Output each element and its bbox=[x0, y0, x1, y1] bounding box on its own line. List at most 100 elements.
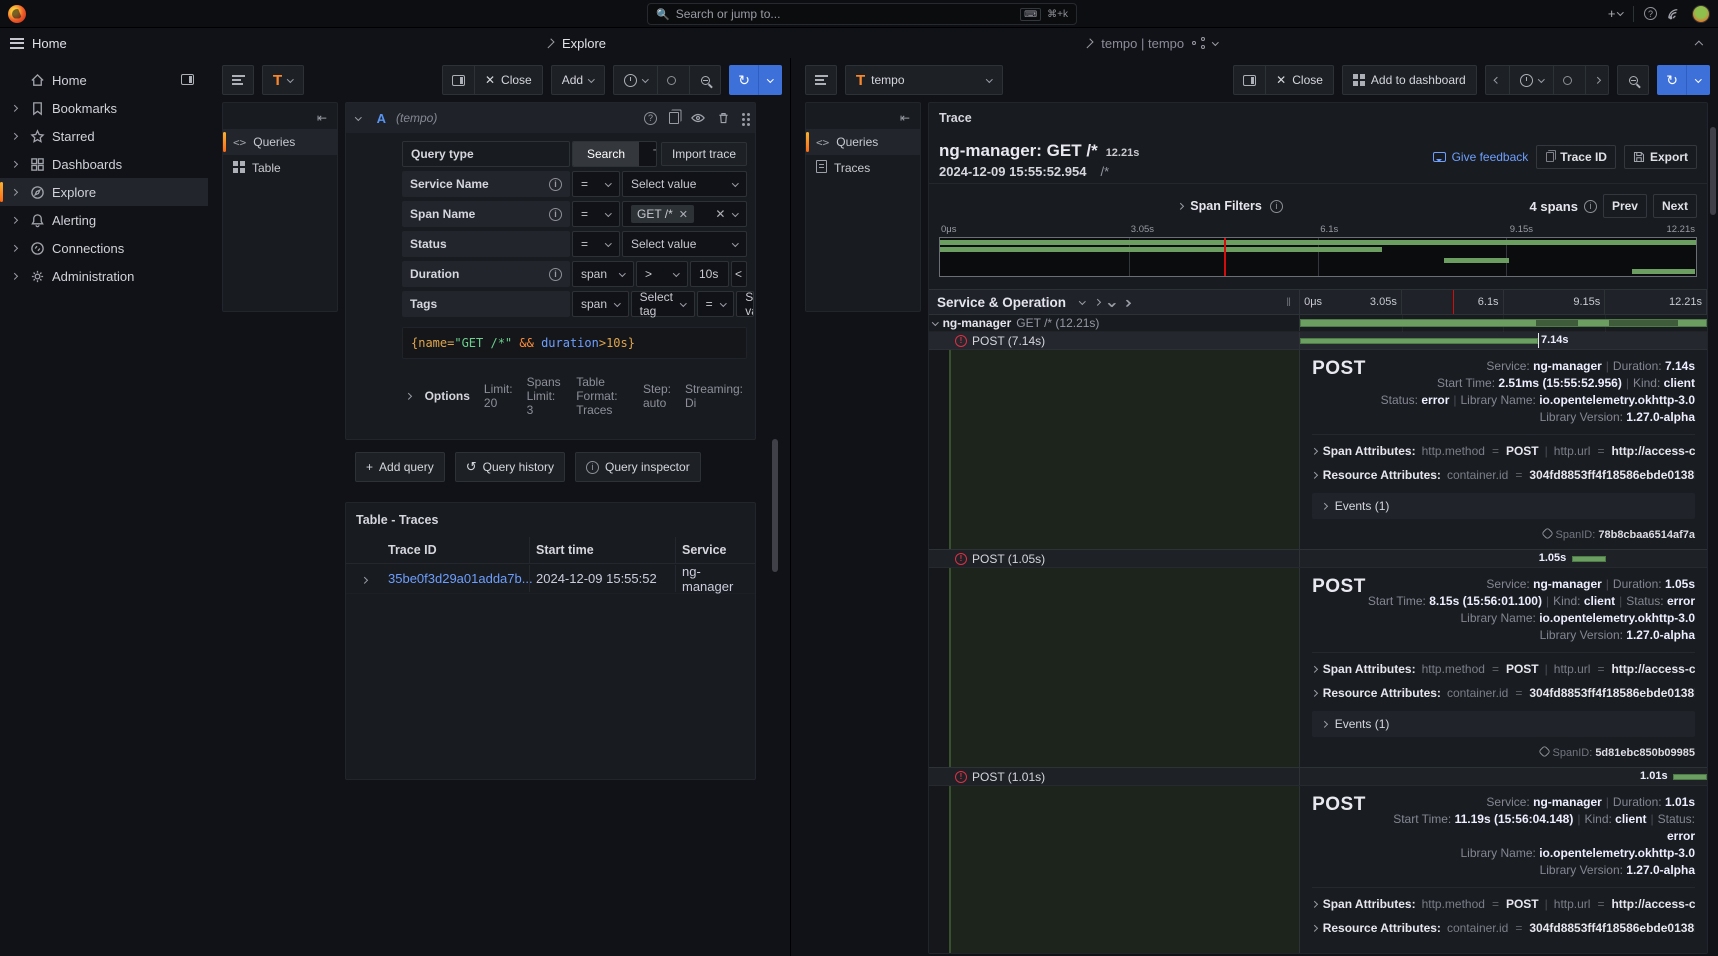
span-filters-label[interactable]: Span Filters bbox=[1190, 199, 1262, 213]
right-pane-scrollbar[interactable] bbox=[1710, 127, 1716, 215]
collapse-rail-icon[interactable]: ⇤ bbox=[806, 107, 920, 129]
duration-value-input[interactable]: 10s bbox=[690, 261, 729, 287]
link-button-right[interactable] bbox=[1553, 65, 1585, 95]
clear-icon[interactable]: ✕ bbox=[715, 207, 725, 221]
help-icon[interactable]: ? bbox=[1644, 7, 1657, 20]
dock-menu-icon[interactable] bbox=[181, 73, 194, 88]
menu-toggle-icon[interactable] bbox=[10, 35, 24, 51]
breadcrumb-dropdown-icon[interactable] bbox=[1212, 39, 1218, 45]
user-avatar[interactable] bbox=[1692, 5, 1710, 23]
rail-item-traces[interactable]: Traces bbox=[806, 155, 920, 181]
expand-span-filters-icon[interactable] bbox=[1177, 203, 1183, 209]
collapse-rail-icon[interactable]: ⇤ bbox=[223, 107, 337, 129]
export-button[interactable]: Export bbox=[1624, 145, 1697, 169]
new-button[interactable]: + bbox=[1608, 6, 1623, 21]
span-attributes-row[interactable]: Span Attributes: http.method=POST | http… bbox=[1312, 657, 1695, 681]
trace-id-link[interactable]: 35be0f3d29a01adda7b... bbox=[388, 571, 533, 586]
rail-toggle-button[interactable] bbox=[222, 65, 254, 95]
breadcrumb-explore[interactable]: Explore bbox=[562, 36, 606, 51]
service-name-op-select[interactable]: = bbox=[572, 171, 620, 197]
delete-query-icon[interactable] bbox=[717, 112, 730, 125]
zoom-out-button-right[interactable] bbox=[1617, 65, 1649, 95]
news-icon[interactable] bbox=[1667, 6, 1682, 21]
span-bar[interactable] bbox=[1300, 319, 1707, 327]
info-icon[interactable]: i bbox=[549, 178, 562, 191]
tags-tag-select[interactable]: Select tag bbox=[631, 291, 695, 317]
status-value-select[interactable]: Select value bbox=[622, 231, 747, 257]
link-button-left[interactable] bbox=[657, 65, 689, 95]
duration-scope-select[interactable]: span bbox=[572, 261, 634, 287]
tab-search[interactable]: Search bbox=[573, 142, 639, 166]
events-row[interactable]: Events (1) bbox=[1312, 493, 1695, 519]
import-trace-button[interactable]: Import trace bbox=[661, 142, 747, 166]
time-shift-back-button[interactable] bbox=[1485, 65, 1509, 95]
datasource-picker-left[interactable]: T bbox=[262, 65, 304, 95]
rail-item-table[interactable]: Table bbox=[223, 155, 337, 181]
rail-item-queries-right[interactable]: <> Queries bbox=[806, 129, 920, 155]
span-row[interactable]: ! POST (1.01s) 1.01s bbox=[929, 768, 1707, 786]
span-attributes-row[interactable]: Span Attributes: http.method=POST | http… bbox=[1312, 439, 1695, 463]
search-input[interactable]: 🔍 Search or jump to... ⌨ ⌘+k bbox=[647, 3, 1077, 25]
info-icon[interactable]: i bbox=[549, 268, 562, 281]
span-bar[interactable] bbox=[1673, 774, 1707, 780]
duplicate-query-icon[interactable] bbox=[669, 112, 679, 124]
collapse-span-icon[interactable] bbox=[932, 319, 938, 325]
collapse-toolbar-icon[interactable] bbox=[1695, 40, 1703, 48]
time-picker-button-left[interactable] bbox=[613, 65, 658, 95]
link-icon[interactable] bbox=[1541, 527, 1554, 540]
duration-op-select[interactable]: > bbox=[636, 261, 688, 287]
col-start-time[interactable]: Start time bbox=[530, 537, 676, 563]
time-shift-forward-button[interactable] bbox=[1585, 65, 1609, 95]
expand-one-icon[interactable] bbox=[1094, 299, 1100, 305]
hide-query-icon[interactable] bbox=[691, 111, 705, 125]
service-name-value-select[interactable]: Select value bbox=[622, 171, 747, 197]
span-name-value-select[interactable]: GET /*✕ ✕ bbox=[622, 201, 747, 227]
close-pane-button-left[interactable]: ✕ Close bbox=[474, 65, 543, 95]
nav-item-alerting[interactable]: Alerting bbox=[0, 206, 208, 234]
span-row-root[interactable]: ng-manager GET /* (12.21s) bbox=[929, 315, 1707, 332]
grafana-logo[interactable] bbox=[8, 5, 26, 23]
span-row[interactable]: ! POST (1.05s) 1.05s bbox=[929, 550, 1707, 568]
trace-minimap[interactable]: 0μs 3.05s 6.1s 9.15s 12.21s bbox=[939, 224, 1697, 277]
trace-id-button[interactable]: Trace ID bbox=[1536, 145, 1616, 169]
resource-attributes-row[interactable]: Resource Attributes: container.id=304fd8… bbox=[1312, 681, 1695, 705]
run-query-dropdown-left[interactable] bbox=[758, 65, 782, 95]
add-query-button[interactable]: + Add query bbox=[355, 452, 445, 482]
drag-query-icon[interactable] bbox=[742, 113, 745, 116]
span-row[interactable]: ! POST (7.14s) 7.14s bbox=[929, 332, 1707, 350]
nav-item-starred[interactable]: Starred bbox=[0, 122, 208, 150]
split-pane-button[interactable] bbox=[442, 65, 474, 95]
resource-attributes-row[interactable]: Resource Attributes: container.id=304fd8… bbox=[1312, 916, 1695, 940]
nav-item-connections[interactable]: Connections bbox=[0, 234, 208, 262]
query-inspector-button[interactable]: i Query inspector bbox=[575, 452, 701, 482]
collapse-query-icon[interactable] bbox=[355, 114, 361, 120]
resource-attributes-row[interactable]: Resource Attributes: container.id=304fd8… bbox=[1312, 463, 1695, 487]
query-history-button[interactable]: ↺ Query history bbox=[455, 452, 565, 482]
table-row[interactable]: 35be0f3d29a01adda7b... 2024-12-09 15:55:… bbox=[346, 564, 755, 594]
span-bar[interactable] bbox=[1300, 338, 1538, 344]
run-query-button-right[interactable]: ↻ bbox=[1657, 65, 1686, 95]
next-button[interactable]: Next bbox=[1653, 194, 1697, 218]
span-bar[interactable] bbox=[1572, 556, 1607, 562]
events-row[interactable]: Events (1) bbox=[1312, 711, 1695, 737]
nav-item-bookmarks[interactable]: Bookmarks bbox=[0, 94, 208, 122]
span-attributes-row[interactable]: Span Attributes: http.method=POST | http… bbox=[1312, 892, 1695, 916]
query-options-row[interactable]: Options Limit: 20 Spans Limit: 3 Table F… bbox=[402, 367, 747, 431]
collapse-all-icon[interactable] bbox=[1079, 298, 1085, 304]
col-trace-id[interactable]: Trace ID bbox=[382, 537, 530, 563]
expand-all-down-icon[interactable] bbox=[1109, 295, 1114, 309]
expand-row-icon[interactable] bbox=[361, 577, 367, 583]
info-icon[interactable]: i bbox=[1584, 200, 1597, 213]
status-op-select[interactable]: = bbox=[572, 231, 620, 257]
span-name-chip[interactable]: GET /*✕ bbox=[631, 205, 694, 223]
add-button[interactable]: Add bbox=[551, 65, 605, 95]
tab-traceql[interactable]: TraceQL bbox=[639, 142, 657, 166]
remove-chip-icon[interactable]: ✕ bbox=[679, 208, 688, 221]
give-feedback-link[interactable]: Give feedback bbox=[1433, 150, 1529, 164]
split-pane-button-right[interactable] bbox=[1233, 65, 1265, 95]
left-pane-scrollbar[interactable] bbox=[772, 439, 778, 572]
column-resize-handle[interactable]: ‖ bbox=[1286, 295, 1291, 309]
zoom-out-button-left[interactable] bbox=[689, 65, 721, 95]
share-icon[interactable] bbox=[1192, 37, 1205, 49]
run-query-dropdown-right[interactable] bbox=[1686, 65, 1710, 95]
